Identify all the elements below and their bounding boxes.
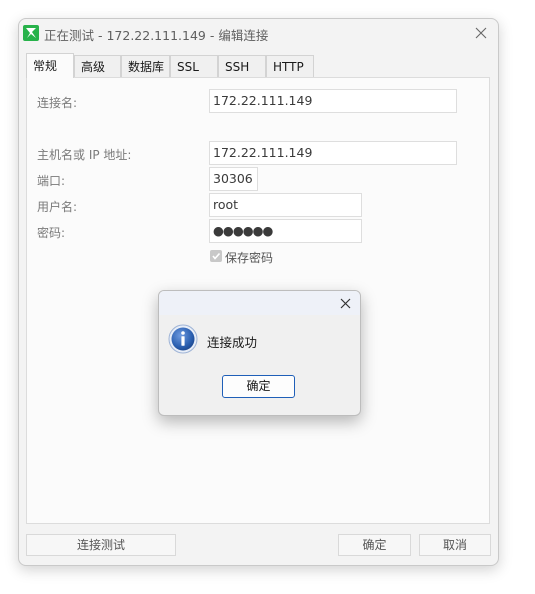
checkmark-icon — [212, 252, 221, 260]
tab-ssh[interactable]: SSH — [218, 55, 266, 77]
window-title: 正在测试 - 172.22.111.149 - 编辑连接 — [44, 28, 269, 43]
save-password-checkbox[interactable] — [210, 250, 222, 262]
tab-ssl[interactable]: SSL — [170, 55, 218, 77]
dialog-title-bar[interactable] — [159, 291, 360, 315]
username-label: 用户名: — [37, 200, 78, 214]
connection-name-label: 连接名: — [37, 96, 78, 110]
ok-button[interactable]: 确定 — [338, 534, 411, 556]
title-bar[interactable]: 正在测试 - 172.22.111.149 - 编辑连接 — [19, 19, 498, 47]
password-field[interactable]: ●●●●●● — [209, 219, 362, 243]
close-icon — [475, 27, 487, 39]
dialog-message: 连接成功 — [207, 335, 258, 350]
cancel-button[interactable]: 取消 — [419, 534, 491, 556]
port-field[interactable]: 30306 — [209, 167, 258, 191]
save-password-label[interactable]: 保存密码 — [225, 249, 273, 266]
navicat-app-icon — [23, 25, 39, 41]
test-connection-button[interactable]: 连接测试 — [26, 534, 176, 556]
tab-general[interactable]: 常规 — [26, 53, 74, 78]
dialog-close-button[interactable] — [336, 294, 354, 312]
info-icon — [168, 324, 198, 354]
dialog-ok-button[interactable]: 确定 — [222, 375, 295, 398]
connection-name-field[interactable]: 172.22.111.149 — [209, 89, 457, 113]
tab-http[interactable]: HTTP — [266, 55, 314, 77]
username-field[interactable]: root — [209, 193, 362, 217]
host-field[interactable]: 172.22.111.149 — [209, 141, 457, 165]
window-close-button[interactable] — [470, 22, 492, 44]
password-label: 密码: — [37, 226, 66, 240]
connection-success-dialog: 连接成功 确定 — [158, 290, 361, 416]
close-icon — [340, 298, 350, 308]
tab-database[interactable]: 数据库 — [121, 55, 170, 77]
tab-advanced[interactable]: 高级 — [74, 55, 121, 77]
host-label: 主机名或 IP 地址: — [37, 148, 132, 162]
port-label: 端口: — [37, 174, 66, 188]
